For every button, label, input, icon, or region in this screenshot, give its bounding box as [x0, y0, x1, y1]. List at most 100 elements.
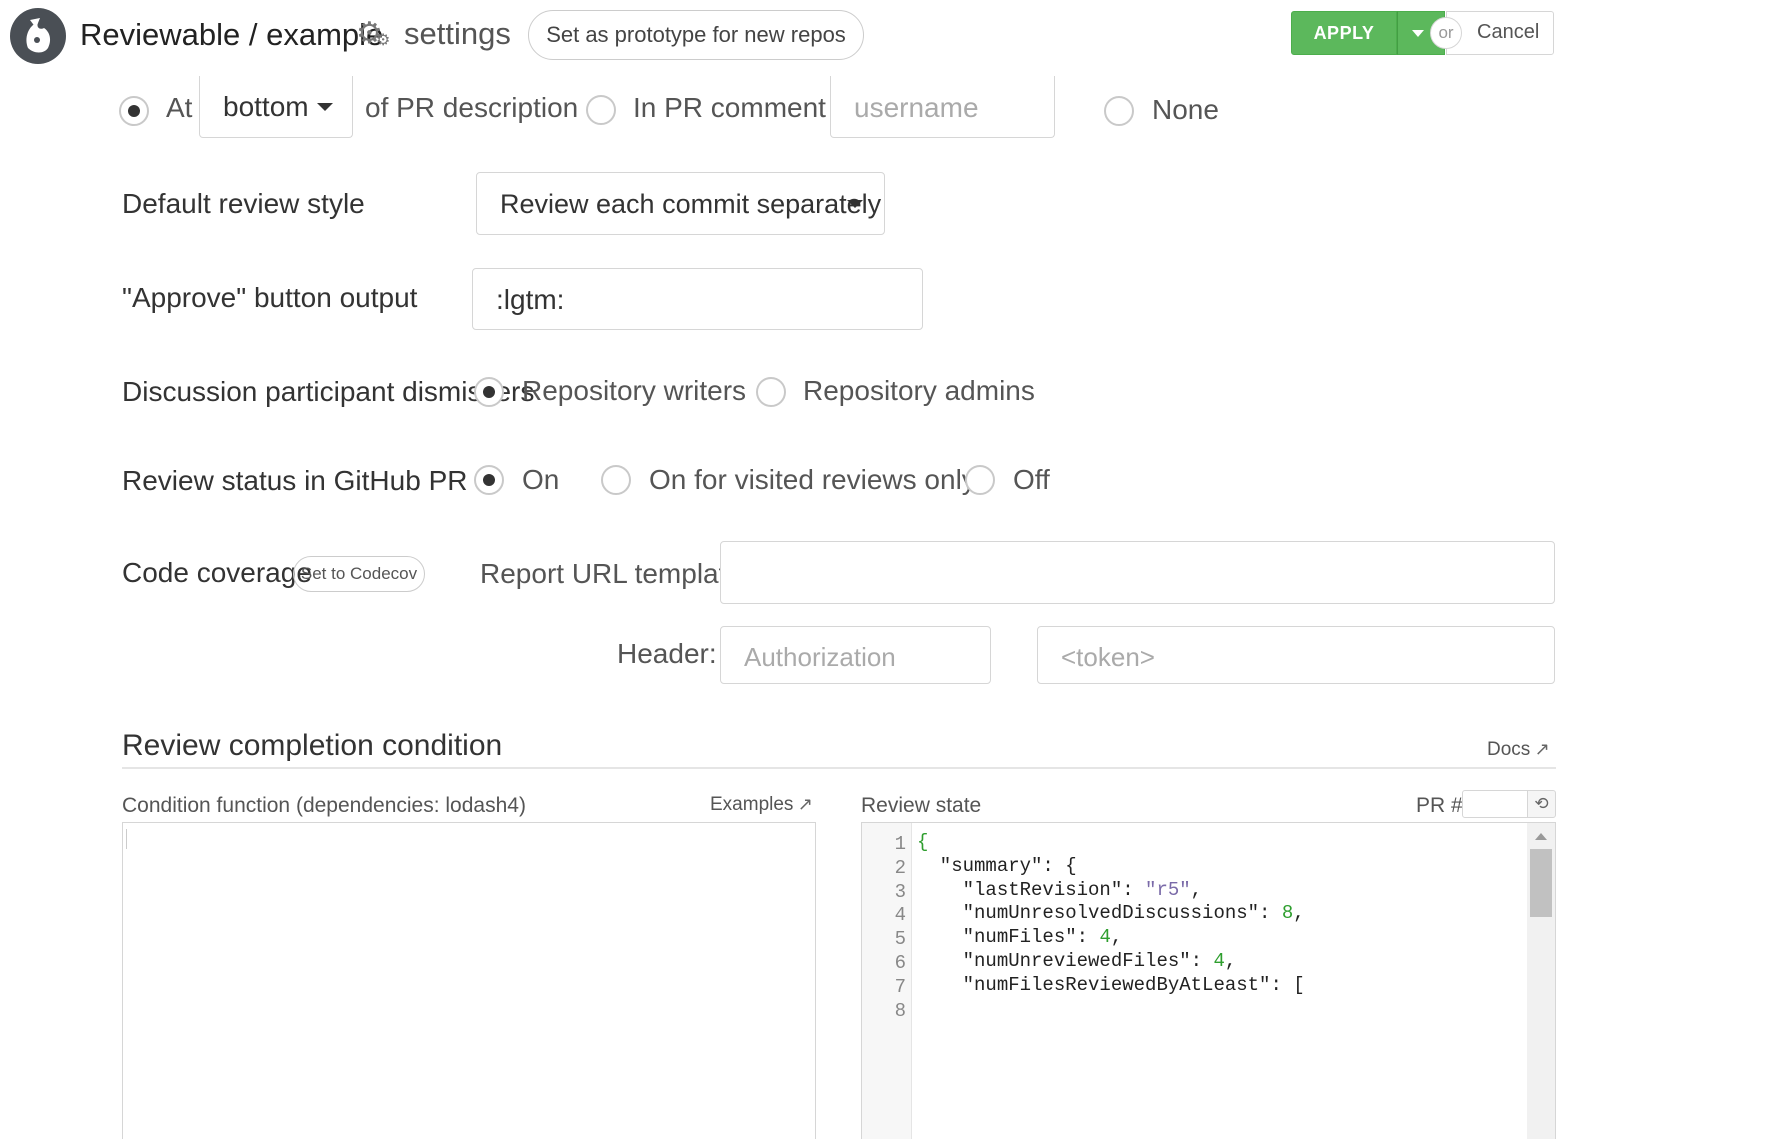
- code-line: 7 "numFilesReviewedByAtLeast": [: [862, 974, 1522, 998]
- placement-description-label: of PR description: [365, 92, 579, 123]
- header-bar: Reviewable / example ⚙ ⚙ settings Set as…: [0, 0, 1778, 80]
- code-token: ,: [1224, 950, 1237, 972]
- line-number: 6: [894, 952, 906, 974]
- external-link-icon: ↗: [797, 794, 813, 814]
- code-line: 5 "numFiles": 4,: [862, 926, 1522, 950]
- cancel-button[interactable]: Cancel: [1446, 11, 1554, 55]
- placement-none-radio[interactable]: [1104, 96, 1134, 126]
- placement-position-value: bottom: [223, 91, 309, 122]
- report-url-input[interactable]: [720, 541, 1555, 604]
- review-status-label: Review status in GitHub PR: [122, 465, 468, 496]
- placement-at-label: At: [166, 92, 193, 123]
- review-state-editor[interactable]: 1{2 "summary": {3 "lastRevision": "r5", 4…: [861, 822, 1556, 1139]
- docs-label: Docs: [1487, 739, 1531, 760]
- line-text: "lastRevision": "r5",: [917, 879, 1202, 901]
- examples-label: Examples: [710, 794, 794, 815]
- dismissers-admins-radio[interactable]: [756, 377, 786, 407]
- scrollbar-thumb[interactable]: [1530, 849, 1552, 917]
- examples-link[interactable]: Examples ↗: [710, 794, 813, 816]
- code-line: 4 "numUnresolvedDiscussions": 8,: [862, 902, 1522, 926]
- code-token: "numUnresolvedDiscussions":: [917, 902, 1282, 925]
- placement-none-label: None: [1152, 94, 1219, 125]
- line-text: {: [917, 831, 928, 853]
- chevron-down-icon: [317, 103, 333, 111]
- code-line: 1{: [862, 831, 1522, 855]
- completion-title: Review completion condition: [122, 729, 503, 762]
- line-number: 7: [894, 975, 906, 998]
- external-link-icon: ↗: [1534, 739, 1550, 759]
- placement-at-radio[interactable]: [119, 96, 149, 126]
- code-token: "lastRevision":: [917, 878, 1146, 901]
- scroll-up-icon[interactable]: [1535, 833, 1547, 840]
- code-token: 4: [1213, 950, 1225, 972]
- caret-down-icon: [1412, 30, 1424, 37]
- review-state-label: Review state: [861, 794, 982, 817]
- code-token: 4: [1099, 926, 1111, 949]
- small-gear-icon: ⚙: [376, 32, 391, 49]
- line-number: 5: [894, 928, 906, 951]
- header-value-input[interactable]: <token>: [1037, 626, 1555, 684]
- review-style-value: Review each commit separately: [500, 189, 882, 219]
- review-style-select[interactable]: Review each commit separately: [476, 172, 885, 235]
- docs-link[interactable]: Docs ↗: [1487, 739, 1550, 763]
- placement-comment-label: In PR comment by: [633, 92, 864, 123]
- review-status-visited-radio[interactable]: [601, 465, 631, 495]
- or-badge: or: [1430, 17, 1462, 49]
- code-token: "summary": {: [917, 854, 1077, 877]
- code-token: ,: [1110, 926, 1123, 949]
- header-value-placeholder: <token>: [1061, 642, 1155, 672]
- scrollbar-track[interactable]: [1527, 823, 1555, 1139]
- refresh-icon: ⟲: [1534, 794, 1549, 813]
- approve-label: "Approve" button output: [122, 282, 418, 313]
- condition-function-label: Condition function (dependencies: lodash…: [122, 794, 526, 817]
- cancel-label: Cancel: [1477, 21, 1540, 43]
- review-style-label: Default review style: [122, 188, 365, 219]
- reviewable-logo[interactable]: [10, 8, 66, 64]
- pr-number-label: PR #: [1416, 794, 1463, 817]
- settings-label: settings: [404, 16, 511, 51]
- refresh-button[interactable]: ⟲: [1527, 790, 1556, 818]
- dismissers-label: Discussion participant dismissers: [122, 376, 535, 407]
- apply-button[interactable]: APPLY: [1291, 11, 1397, 55]
- code-token: "r5": [1145, 878, 1191, 901]
- approve-input[interactable]: :lgtm:: [472, 268, 923, 330]
- coverage-label: Code coverage: [122, 557, 312, 588]
- chevron-down-icon: [847, 200, 863, 208]
- line-number: 8: [894, 999, 906, 1022]
- dismissers-admins-label: Repository admins: [803, 375, 1035, 406]
- code-line: 3 "lastRevision": "r5",: [862, 879, 1522, 903]
- code-token: ,: [1190, 878, 1203, 901]
- placement-comment-radio[interactable]: [586, 95, 616, 125]
- repo-title[interactable]: Reviewable / example: [80, 18, 383, 52]
- username-placeholder: username: [854, 92, 979, 123]
- line-text: "numFiles": 4,: [917, 926, 1123, 949]
- code-token: ,: [1293, 902, 1305, 925]
- code-line: 6 "numUnreviewedFiles": 4,: [862, 950, 1522, 974]
- dismissers-writers-radio[interactable]: [474, 377, 504, 407]
- line-number: 1: [894, 833, 906, 855]
- pr-number-input[interactable]: [1462, 790, 1528, 818]
- line-text: "numFilesReviewedByAtLeast": [: [917, 974, 1305, 996]
- code-token: {: [917, 831, 929, 853]
- line-text: "summary": {: [917, 855, 1077, 877]
- line-number: 3: [894, 880, 906, 903]
- header-name-input[interactable]: Authorization: [720, 626, 991, 684]
- report-url-label: Report URL template:: [480, 558, 750, 589]
- review-status-visited-label: On for visited reviews only: [649, 464, 976, 495]
- code-line: 2 "summary": {: [862, 855, 1522, 879]
- header-name-placeholder: Authorization: [744, 642, 896, 672]
- code-line: 8: [862, 998, 1522, 1022]
- review-status-off-radio[interactable]: [965, 465, 995, 495]
- review-status-off-label: Off: [1013, 464, 1050, 495]
- line-text: "numUnresolvedDiscussions": 8,: [917, 902, 1305, 924]
- review-status-on-radio[interactable]: [474, 465, 504, 495]
- set-to-codecov-button[interactable]: Set to Codecov: [293, 556, 425, 592]
- username-input[interactable]: username: [830, 76, 1055, 138]
- code-token: "numFiles":: [917, 926, 1100, 949]
- line-text: "numUnreviewedFiles": 4,: [917, 950, 1237, 972]
- review-status-on-label: On: [522, 464, 560, 495]
- condition-editor[interactable]: [122, 822, 816, 1139]
- prototype-button[interactable]: Set as prototype for new repos: [528, 10, 864, 60]
- line-number: 2: [894, 856, 906, 879]
- placement-position-select[interactable]: bottom: [199, 76, 353, 138]
